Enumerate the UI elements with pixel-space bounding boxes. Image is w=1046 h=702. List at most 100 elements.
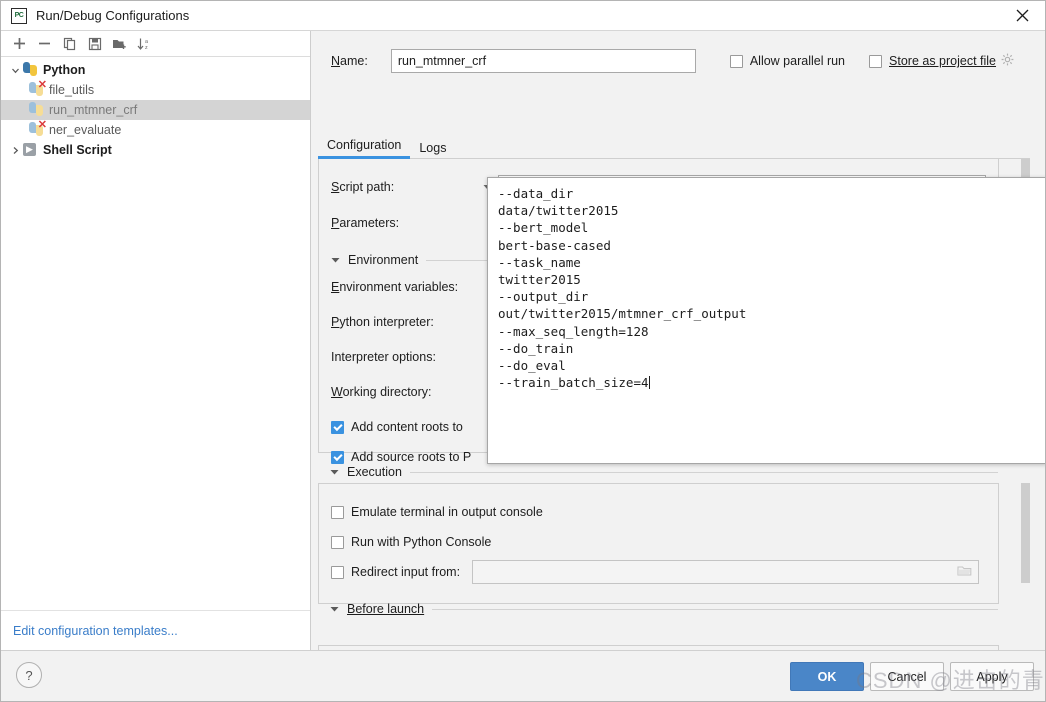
copy-configuration-button[interactable]	[57, 33, 82, 55]
chevron-right-icon[interactable]	[7, 142, 23, 158]
configurations-sidebar: a z Python ✕ file_utils run_mtmner_crf ✕…	[1, 31, 311, 650]
emulate-terminal-label: Emulate terminal in output console	[351, 505, 543, 519]
before-launch-section-label: Before launch	[347, 602, 425, 616]
chevron-down-icon	[330, 602, 339, 616]
environment-variables-row: Environment variables:	[331, 275, 477, 299]
parameter-line: twitter2015	[498, 272, 581, 288]
parameter-line: --data_dir	[498, 186, 574, 201]
run-with-python-console-label: Run with Python Console	[351, 535, 492, 549]
tree-node-ner-evaluate[interactable]: ✕ ner_evaluate	[1, 120, 310, 140]
parameters-row: Parameters:	[331, 211, 477, 235]
python-config-icon: ✕	[29, 120, 47, 138]
python-interpreter-row: Python interpreter:	[331, 310, 477, 334]
execution-section-header[interactable]: Execution	[330, 463, 998, 481]
tree-node-label: file_utils	[49, 82, 95, 97]
shell-script-icon: ▶	[23, 142, 39, 158]
tree-node-python[interactable]: Python	[1, 60, 310, 80]
window-title: Run/Debug Configurations	[36, 8, 190, 23]
interpreter-options-row: Interpreter options:	[331, 345, 477, 369]
tree-node-file-utils[interactable]: ✕ file_utils	[1, 80, 310, 100]
python-config-icon: ✕	[29, 79, 47, 98]
allow-parallel-run-checkbox[interactable]: Allow parallel run	[729, 54, 846, 68]
parameter-line-last: --train_batch_size=4	[498, 374, 1036, 391]
parameters-expanded-editor[interactable]: --data_dir data/twitter2015 --bert_model…	[487, 177, 1045, 464]
execution-scrollbar-thumb[interactable]	[1021, 483, 1030, 583]
working-directory-label: Working directory:	[331, 385, 432, 399]
chevron-down-icon	[330, 465, 339, 479]
pycharm-icon: PC	[11, 7, 27, 24]
title-bar: PC Run/Debug Configurations	[1, 1, 1045, 31]
checkbox-box	[331, 505, 344, 519]
dialog-footer: ? OK Cancel Apply	[1, 650, 1045, 701]
apply-button[interactable]: Apply	[950, 662, 1034, 691]
execution-scrollbar-track[interactable]	[1019, 483, 1032, 604]
sort-configurations-button[interactable]: a z	[132, 33, 157, 55]
add-source-roots-label: Add source roots to P	[351, 450, 472, 464]
help-button[interactable]: ?	[16, 662, 42, 688]
tree-node-label: ner_evaluate	[49, 122, 122, 137]
sidebar-footer: Edit configuration templates...	[1, 610, 310, 650]
parameter-line: --task_name	[498, 254, 581, 270]
parameter-line: bert-base-cased	[498, 237, 611, 253]
chevron-down-icon[interactable]	[7, 62, 23, 78]
folder-icon[interactable]	[957, 564, 972, 580]
environment-section-label: Environment	[348, 253, 419, 267]
store-as-project-file-label: Store as project file	[889, 54, 997, 68]
checkbox-box	[729, 54, 743, 68]
name-input[interactable]: run_mtmner_crf	[390, 49, 696, 73]
store-as-project-file-checkbox[interactable]: Store as project file	[869, 53, 1014, 69]
interpreter-options-label: Interpreter options:	[331, 350, 436, 364]
tree-node-label: Shell Script	[43, 142, 112, 157]
checkbox-box	[331, 450, 344, 464]
working-directory-row: Working directory:	[331, 380, 477, 404]
python-icon	[23, 62, 39, 78]
parameter-line: data/twitter2015	[498, 203, 619, 219]
svg-text:z: z	[145, 45, 148, 51]
parameter-line-text: --train_batch_size=4	[498, 375, 649, 391]
parameter-line: --output_dir	[498, 289, 589, 305]
tabs: Configuration Logs	[318, 135, 455, 159]
save-configuration-button[interactable]	[82, 33, 107, 55]
redirect-input-label: Redirect input from:	[351, 565, 461, 579]
tab-logs[interactable]: Logs	[410, 141, 455, 159]
script-path-label: Script path:	[331, 180, 395, 194]
gear-icon[interactable]	[1001, 53, 1014, 69]
new-folder-button[interactable]	[107, 33, 132, 55]
section-divider	[432, 608, 998, 610]
tab-configuration[interactable]: Configuration	[318, 138, 411, 159]
parameter-line: --do_train	[498, 340, 574, 356]
execution-section-label: Execution	[347, 465, 402, 479]
execution-form: Emulate terminal in output console Run w…	[318, 483, 999, 604]
cancel-button[interactable]: Cancel	[870, 662, 944, 691]
checkbox-box	[331, 535, 344, 549]
tree-node-run-mtmner-crf[interactable]: run_mtmner_crf	[1, 100, 310, 120]
checkbox-box	[331, 420, 344, 434]
redirect-input-row: Redirect input from:	[331, 560, 979, 584]
redirect-input-checkbox[interactable]	[331, 565, 344, 579]
parameters-label: Parameters:	[331, 216, 400, 230]
run-with-python-console-checkbox[interactable]: Run with Python Console	[331, 530, 491, 554]
chevron-down-icon	[331, 253, 340, 267]
name-input-value: run_mtmner_crf	[397, 54, 487, 68]
ok-button[interactable]: OK	[790, 662, 864, 691]
add-configuration-button[interactable]	[7, 33, 32, 55]
environment-variables-label: Environment variables:	[331, 280, 459, 294]
edit-configuration-templates-link[interactable]: Edit configuration templates...	[13, 624, 178, 638]
text-caret	[648, 376, 650, 390]
before-launch-section-header[interactable]: Before launch	[330, 600, 998, 618]
section-divider	[409, 471, 998, 473]
add-content-roots-label: Add content roots to	[351, 420, 463, 434]
emulate-terminal-checkbox[interactable]: Emulate terminal in output console	[331, 500, 543, 524]
close-icon[interactable]	[999, 1, 1045, 30]
error-badge-icon: ✕	[37, 79, 47, 91]
name-label: Name:	[331, 54, 368, 68]
tree-node-label: Python	[43, 62, 86, 77]
remove-configuration-button[interactable]	[32, 33, 57, 55]
allow-parallel-run-label: Allow parallel run	[749, 54, 846, 68]
redirect-input-field[interactable]	[472, 560, 979, 584]
parameter-line: --bert_model	[498, 220, 589, 236]
tree-node-shell-script[interactable]: ▶ Shell Script	[1, 140, 310, 160]
add-content-roots-checkbox[interactable]: Add content roots to	[331, 415, 463, 439]
checkbox-box	[869, 54, 883, 68]
parameter-line: out/twitter2015/mtmner_crf_output	[498, 306, 747, 322]
